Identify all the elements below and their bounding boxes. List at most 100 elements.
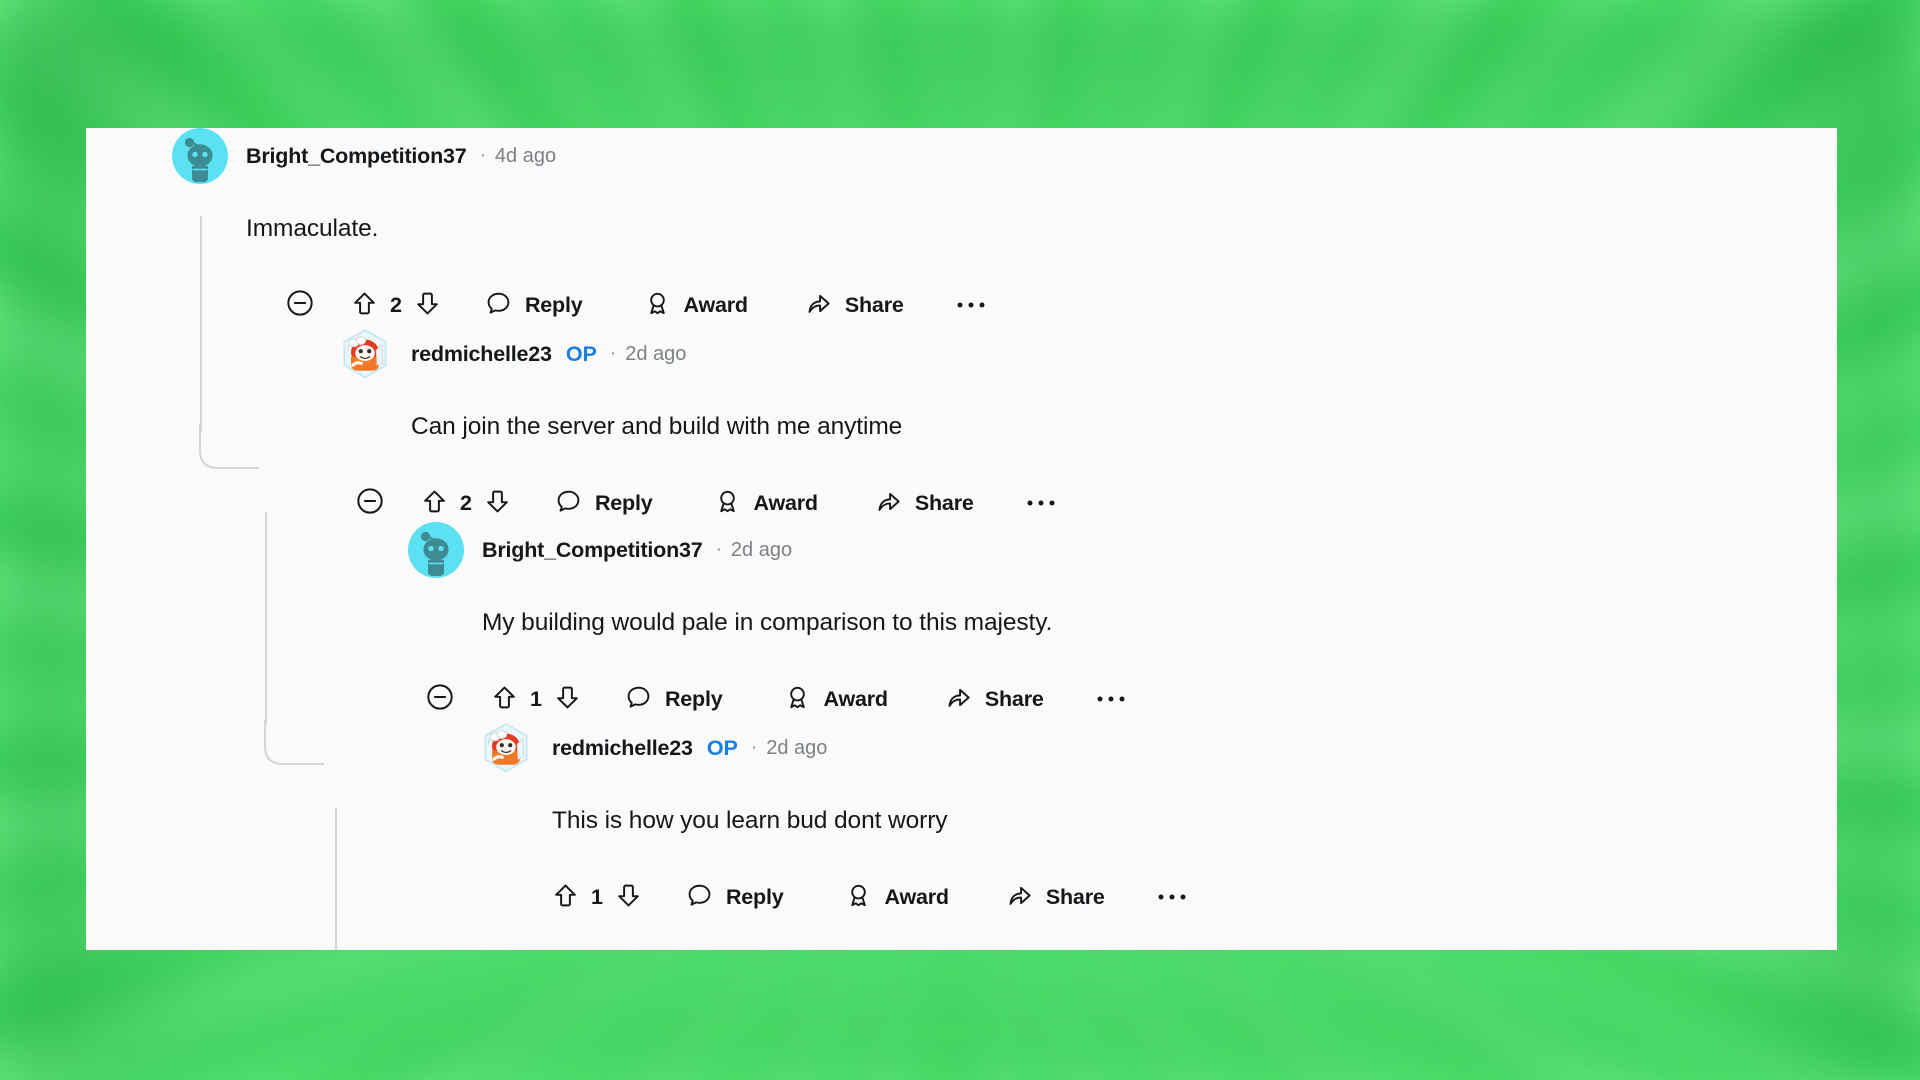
share-label: Share xyxy=(1045,885,1105,910)
collapse-button[interactable] xyxy=(356,487,384,520)
comment-timestamp: 2d ago xyxy=(766,736,828,759)
downvote-button[interactable] xyxy=(414,290,441,322)
award-medal-icon xyxy=(784,684,811,716)
comment-actions: 1 Reply Award Share xyxy=(552,876,1187,920)
avatar[interactable] xyxy=(408,522,464,578)
more-options-button[interactable] xyxy=(1026,495,1056,513)
share-label: Share xyxy=(984,687,1044,712)
reply-label: Reply xyxy=(594,491,653,516)
comment-header: Bright_Competition37 · 4d ago xyxy=(172,128,986,184)
comment-body: Immaculate. xyxy=(246,215,379,242)
downvote-arrow-icon xyxy=(554,684,581,716)
share-arrow-icon xyxy=(1006,882,1033,914)
speech-bubble-icon xyxy=(686,882,713,914)
reply-label: Reply xyxy=(664,687,723,712)
share-button[interactable]: Share xyxy=(1006,882,1105,914)
comment-username[interactable]: redmichelle23 xyxy=(411,342,552,367)
vote-count: 2 xyxy=(390,293,402,318)
share-label: Share xyxy=(914,491,974,516)
speech-bubble-icon xyxy=(625,684,652,716)
comment-body: My building would pale in comparison to … xyxy=(482,609,1053,636)
reply-button[interactable]: Reply xyxy=(625,684,723,716)
minus-circle-icon xyxy=(286,289,314,322)
comment-timestamp: 2d ago xyxy=(625,342,687,365)
comment-timestamp: 4d ago xyxy=(494,144,557,167)
comment-header: redmichelle23 OP · 2d ago xyxy=(478,720,1187,776)
award-medal-icon xyxy=(644,290,671,322)
reply-button[interactable]: Reply xyxy=(485,290,583,322)
collapse-button[interactable] xyxy=(426,683,454,716)
downvote-button[interactable] xyxy=(484,488,511,520)
reply-button[interactable]: Reply xyxy=(686,882,784,914)
more-options-button[interactable] xyxy=(1157,889,1187,907)
vote-count: 2 xyxy=(460,491,472,516)
minus-circle-icon xyxy=(426,683,454,716)
op-badge: OP xyxy=(565,341,597,366)
comment-item: redmichelle23 OP · 2d ago Can join the s… xyxy=(86,326,1056,526)
share-button[interactable]: Share xyxy=(805,290,904,322)
reply-button[interactable]: Reply xyxy=(555,488,653,520)
share-arrow-icon xyxy=(945,684,972,716)
op-badge: OP xyxy=(706,735,738,760)
upvote-button[interactable] xyxy=(552,882,579,914)
comment-username[interactable]: redmichelle23 xyxy=(552,736,693,761)
meta-separator: · xyxy=(479,145,486,166)
upvote-button[interactable] xyxy=(351,290,378,322)
reply-label: Reply xyxy=(725,885,784,910)
upvote-button[interactable] xyxy=(491,684,518,716)
more-options-button[interactable] xyxy=(956,297,986,315)
share-arrow-icon xyxy=(875,488,902,520)
comment-thread-card: Bright_Competition37 · 4d ago Immaculate… xyxy=(86,128,1837,950)
downvote-button[interactable] xyxy=(615,882,642,914)
vote-count: 1 xyxy=(591,885,603,910)
award-medal-icon xyxy=(845,882,872,914)
comment-item: Bright_Competition37 · 4d ago Immaculate… xyxy=(86,128,986,328)
share-button[interactable]: Share xyxy=(875,488,974,520)
upvote-arrow-icon xyxy=(491,684,518,716)
comment-item: Bright_Competition37 · 2d ago My buildin… xyxy=(86,522,1126,722)
award-button[interactable]: Award xyxy=(714,488,818,520)
upvote-arrow-icon xyxy=(552,882,579,914)
comment-username[interactable]: Bright_Competition37 xyxy=(482,538,703,563)
award-medal-icon xyxy=(714,488,741,520)
comment-username[interactable]: Bright_Competition37 xyxy=(246,144,467,169)
comment-header: redmichelle23 OP · 2d ago xyxy=(337,326,1056,382)
upvote-arrow-icon xyxy=(351,290,378,322)
comment-body: Can join the server and build with me an… xyxy=(411,413,903,440)
avatar[interactable] xyxy=(337,326,393,382)
collapse-button[interactable] xyxy=(286,289,314,322)
speech-bubble-icon xyxy=(485,290,512,322)
award-label: Award xyxy=(753,491,819,516)
upvote-arrow-icon xyxy=(421,488,448,520)
meta-separator: · xyxy=(609,343,617,364)
share-arrow-icon xyxy=(805,290,832,322)
upvote-button[interactable] xyxy=(421,488,448,520)
award-label: Award xyxy=(823,687,889,712)
reply-label: Reply xyxy=(524,293,583,318)
comment-actions: 2 Reply Award Share xyxy=(356,482,1056,526)
speech-bubble-icon xyxy=(555,488,582,520)
award-label: Award xyxy=(683,293,749,318)
avatar[interactable] xyxy=(172,128,228,184)
share-button[interactable]: Share xyxy=(945,684,1044,716)
award-button[interactable]: Award xyxy=(644,290,748,322)
meta-separator: · xyxy=(750,737,758,758)
vote-count: 1 xyxy=(530,687,542,712)
award-button[interactable]: Award xyxy=(784,684,888,716)
minus-circle-icon xyxy=(356,487,384,520)
overflow-dots-icon xyxy=(1096,691,1126,709)
comment-timestamp: 2d ago xyxy=(730,538,793,561)
downvote-arrow-icon xyxy=(615,882,642,914)
downvote-arrow-icon xyxy=(484,488,511,520)
overflow-dots-icon xyxy=(1026,495,1056,513)
avatar[interactable] xyxy=(478,720,534,776)
award-button[interactable]: Award xyxy=(845,882,949,914)
more-options-button[interactable] xyxy=(1096,691,1126,709)
award-label: Award xyxy=(884,885,950,910)
overflow-dots-icon xyxy=(956,297,986,315)
comment-header: Bright_Competition37 · 2d ago xyxy=(408,522,1126,578)
meta-separator: · xyxy=(715,539,722,560)
downvote-button[interactable] xyxy=(554,684,581,716)
share-label: Share xyxy=(844,293,904,318)
comment-actions: 1 Reply Award Share xyxy=(426,678,1126,722)
